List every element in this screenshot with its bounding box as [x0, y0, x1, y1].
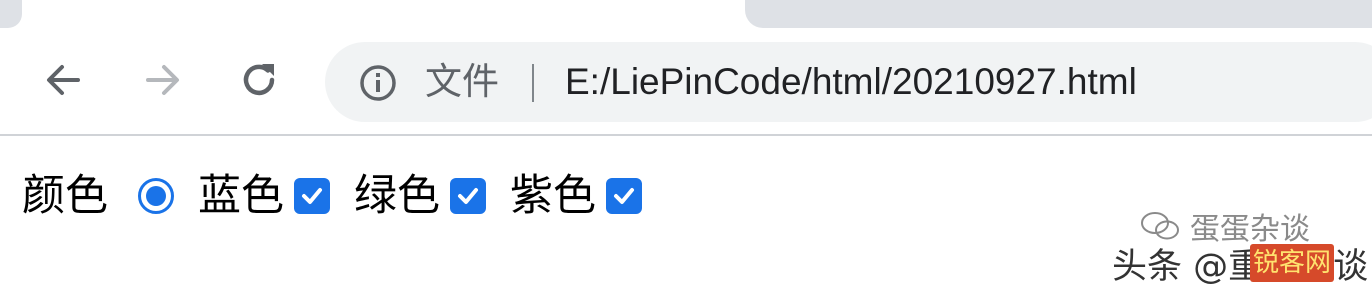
checkbox-purple[interactable] [606, 178, 642, 214]
checkmark-icon [302, 188, 322, 204]
option-label-green: 绿色 [354, 171, 440, 221]
color-label: 颜色 [22, 171, 108, 221]
tab-strip [0, 0, 1372, 28]
address-bar[interactable]: 文件 E:/LiePinCode/html/20210927.html [325, 42, 1372, 122]
color-radio[interactable] [138, 178, 174, 214]
checkbox-green[interactable] [450, 178, 486, 214]
reload-icon [243, 64, 275, 96]
scheme-label: 文件 [425, 60, 499, 103]
checkbox-blue[interactable] [294, 178, 330, 214]
arrow-right-icon [146, 65, 179, 95]
back-button[interactable] [40, 56, 88, 104]
radio-dot [146, 186, 166, 206]
reload-button[interactable] [235, 56, 283, 104]
option-label-purple: 紫色 [510, 171, 596, 221]
color-form: 颜色 蓝色 绿色 紫色 [22, 168, 642, 224]
arrow-left-icon [47, 65, 80, 95]
watermark-stamp: 锐客网 [1250, 244, 1334, 282]
checkmark-icon [458, 188, 478, 204]
address-separator [532, 64, 534, 102]
forward-button[interactable] [138, 56, 186, 104]
inactive-tab[interactable] [745, 0, 1372, 28]
browser-toolbar: 文件 E:/LiePinCode/html/20210927.html [0, 28, 1372, 136]
checkmark-icon [614, 188, 634, 204]
info-icon[interactable] [359, 64, 397, 102]
url-text[interactable]: E:/LiePinCode/html/20210927.html [565, 56, 1137, 108]
option-label-blue: 蓝色 [198, 171, 284, 221]
previous-tab[interactable] [0, 0, 22, 28]
